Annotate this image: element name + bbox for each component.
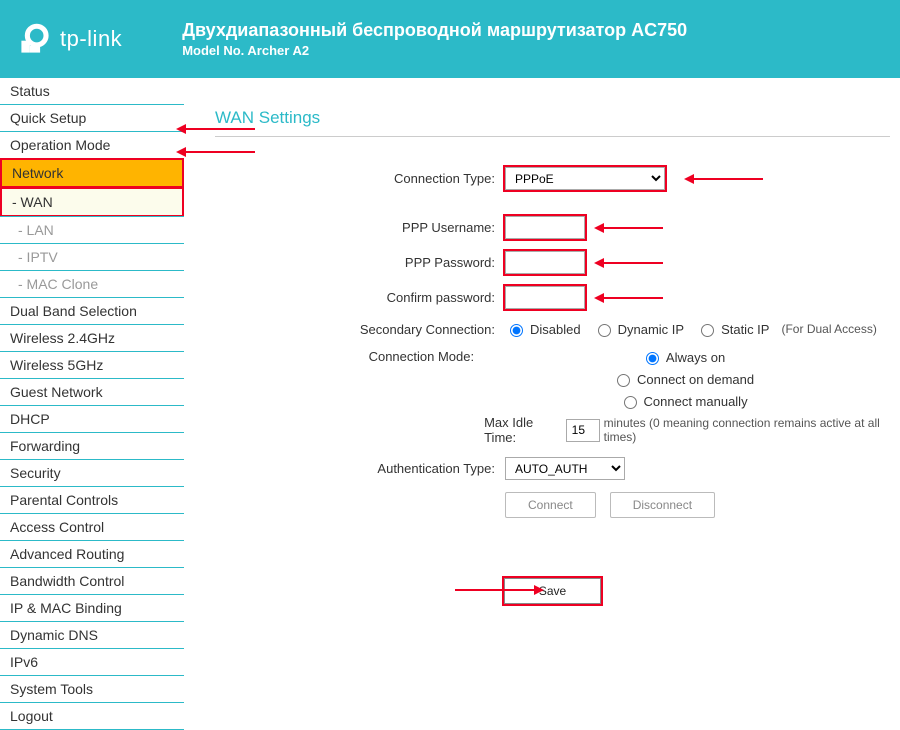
sidebar-item-bandwidth-control[interactable]: Bandwidth Control	[0, 567, 184, 595]
connection-type-select[interactable]: PPPoE	[505, 167, 665, 190]
secondary-trailing-note: (For Dual Access)	[781, 322, 876, 336]
sidebar-item-network[interactable]: Network	[0, 158, 184, 188]
brand-logo: tp-link	[18, 22, 122, 56]
app-header: tp-link Двухдиапазонный беспроводной мар…	[0, 0, 900, 78]
label-confirm-password: Confirm password:	[215, 290, 505, 305]
sidebar-item-iptv[interactable]: - IPTV	[0, 243, 184, 271]
annotation-arrow	[693, 178, 763, 180]
label-ppp-username: PPP Username:	[215, 220, 505, 235]
sidebar-item-wireless-5[interactable]: Wireless 5GHz	[0, 351, 184, 379]
label-connection-type: Connection Type:	[215, 171, 505, 186]
connect-button[interactable]: Connect	[505, 492, 596, 518]
secondary-dynamic-radio[interactable]	[598, 324, 611, 337]
sidebar-item-lan[interactable]: - LAN	[0, 216, 184, 244]
max-idle-note: minutes (0 meaning connection remains ac…	[604, 416, 890, 444]
mode-demand-radio[interactable]	[617, 374, 630, 387]
sidebar-item-parental-controls[interactable]: Parental Controls	[0, 486, 184, 514]
annotation-arrow	[603, 227, 663, 229]
tplink-icon	[18, 22, 52, 56]
label-secondary-connection: Secondary Connection:	[215, 322, 505, 337]
annotation-arrow	[603, 262, 663, 264]
model-number: Model No. Archer A2	[182, 43, 687, 58]
label-auth-type: Authentication Type:	[215, 461, 505, 476]
secondary-disabled-radio[interactable]	[510, 324, 523, 337]
sidebar-item-ipv6[interactable]: IPv6	[0, 648, 184, 676]
annotation-arrow	[455, 589, 535, 591]
header-titles: Двухдиапазонный беспроводной маршрутизат…	[182, 20, 687, 58]
mode-manual-label: Connect manually	[644, 394, 748, 409]
disconnect-button[interactable]: Disconnect	[610, 492, 715, 518]
confirm-password-input[interactable]	[505, 286, 585, 309]
annotation-arrow	[185, 128, 255, 130]
label-ppp-password: PPP Password:	[215, 255, 505, 270]
label-connection-mode: Connection Mode:	[215, 349, 484, 364]
max-idle-input[interactable]	[566, 419, 600, 442]
sidebar-item-security[interactable]: Security	[0, 459, 184, 487]
product-title: Двухдиапазонный беспроводной маршрутизат…	[182, 20, 687, 41]
sidebar-item-dynamic-dns[interactable]: Dynamic DNS	[0, 621, 184, 649]
sidebar-item-status[interactable]: Status	[0, 77, 184, 105]
sidebar-item-guest-network[interactable]: Guest Network	[0, 378, 184, 406]
secondary-dynamic-label: Dynamic IP	[618, 322, 684, 337]
ppp-username-input[interactable]	[505, 216, 585, 239]
mode-demand-label: Connect on demand	[637, 372, 754, 387]
sidebar-item-mac-clone[interactable]: - MAC Clone	[0, 270, 184, 298]
sidebar: Status Quick Setup Operation Mode Networ…	[0, 78, 185, 730]
page-title: WAN Settings	[215, 108, 890, 128]
brand-text: tp-link	[60, 26, 122, 52]
mode-always-radio[interactable]	[646, 352, 659, 365]
sidebar-item-wireless-24[interactable]: Wireless 2.4GHz	[0, 324, 184, 352]
sidebar-item-wan[interactable]: - WAN	[0, 187, 184, 217]
sidebar-item-advanced-routing[interactable]: Advanced Routing	[0, 540, 184, 568]
main-content: WAN Settings Connection Type: PPPoE PPP …	[185, 78, 900, 730]
sidebar-item-dhcp[interactable]: DHCP	[0, 405, 184, 433]
save-button[interactable]: Save	[504, 578, 601, 604]
secondary-static-label: Static IP	[721, 322, 769, 337]
sidebar-item-operation-mode[interactable]: Operation Mode	[0, 131, 184, 159]
mode-always-label: Always on	[666, 350, 725, 365]
divider	[215, 136, 890, 137]
ppp-password-input[interactable]	[505, 251, 585, 274]
sidebar-item-system-tools[interactable]: System Tools	[0, 675, 184, 703]
sidebar-item-access-control[interactable]: Access Control	[0, 513, 184, 541]
mode-manual-radio[interactable]	[624, 396, 637, 409]
label-max-idle: Max Idle Time:	[484, 415, 562, 445]
sidebar-item-quick-setup[interactable]: Quick Setup	[0, 104, 184, 132]
sidebar-item-logout[interactable]: Logout	[0, 702, 184, 730]
annotation-arrow	[185, 151, 255, 153]
sidebar-item-dual-band[interactable]: Dual Band Selection	[0, 297, 184, 325]
annotation-arrow	[603, 297, 663, 299]
auth-type-select[interactable]: AUTO_AUTH	[505, 457, 625, 480]
secondary-static-radio[interactable]	[701, 324, 714, 337]
secondary-disabled-label: Disabled	[530, 322, 581, 337]
sidebar-item-forwarding[interactable]: Forwarding	[0, 432, 184, 460]
sidebar-item-ip-mac-binding[interactable]: IP & MAC Binding	[0, 594, 184, 622]
